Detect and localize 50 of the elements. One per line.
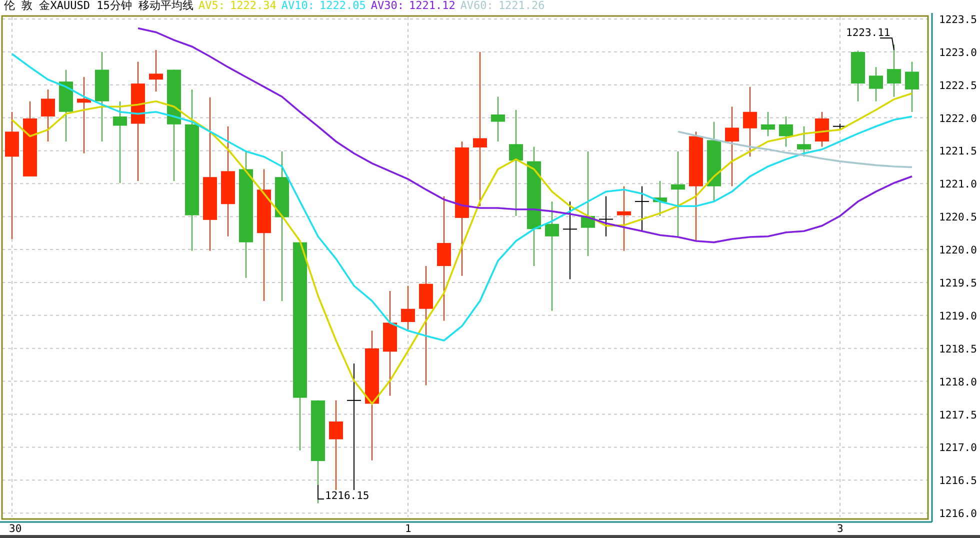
axis-tick-label: 1219.5: [939, 278, 977, 290]
average-value: 1221.12: [408, 0, 456, 12]
axis-tick-label: 1219.0: [939, 310, 977, 322]
axis-tick-label: 1: [405, 523, 412, 535]
candlestick: [832, 123, 848, 130]
chart-title: 伦 敦 金XAUUSD 15分钟 移动平均线: [4, 0, 194, 12]
candlestick: [653, 180, 667, 216]
axis-tick-label: 1216.5: [939, 475, 977, 488]
candlestick: [761, 111, 775, 137]
axis-tick-label: 30: [9, 523, 22, 535]
average-value: 1222.34: [230, 0, 276, 12]
candlestick: [634, 186, 650, 232]
axis-tick-label: 1220.0: [939, 244, 977, 257]
axis-tick-label: 1222.5: [939, 80, 977, 92]
axis-tick-label: 1223.5: [939, 14, 977, 26]
candlestick: [598, 196, 614, 237]
axis-tick-label: 1222.0: [939, 112, 977, 125]
axis-tick-label: 1223.0: [939, 46, 977, 59]
candlestick: [41, 88, 55, 142]
candlestick: [869, 66, 883, 102]
candlestick: [149, 49, 163, 92]
axis-tick-label: 1221.5: [939, 146, 977, 158]
candlestick: [779, 116, 793, 148]
high-price-label: 1223.11: [846, 27, 890, 39]
candlestick: [815, 111, 829, 148]
low-price-label: 1216.15: [325, 490, 370, 502]
average-label: AV10:: [281, 0, 314, 12]
axis-tick-label: 1216.0: [939, 508, 977, 520]
candlestick: [743, 86, 757, 158]
candlestick: [491, 96, 505, 142]
candlestick: [887, 44, 901, 98]
axis-tick-label: 1220.5: [939, 212, 977, 224]
leader-line: [880, 38, 894, 50]
candlestick: [401, 285, 415, 332]
axis-tick-label: 1217.5: [939, 409, 977, 422]
candlestick: [617, 186, 631, 252]
average-label: AV30:: [370, 0, 404, 12]
axis-tick-label: 1221.0: [939, 178, 977, 191]
leader-line: [318, 484, 324, 500]
average-value: 1222.05: [319, 0, 366, 12]
axis-tick-label: 1218.0: [939, 376, 977, 388]
axis-tick-label: 1218.5: [939, 343, 977, 356]
candlestick: [905, 61, 919, 112]
candlestick: [797, 126, 811, 158]
axis-tick-label: 1217.0: [939, 442, 977, 454]
axis-tick-label: 3: [837, 523, 844, 535]
average-label: AV60:: [460, 0, 494, 12]
candlestick: [851, 50, 865, 102]
average-value: 1221.26: [498, 0, 545, 12]
average-label: AV5:: [198, 0, 225, 12]
